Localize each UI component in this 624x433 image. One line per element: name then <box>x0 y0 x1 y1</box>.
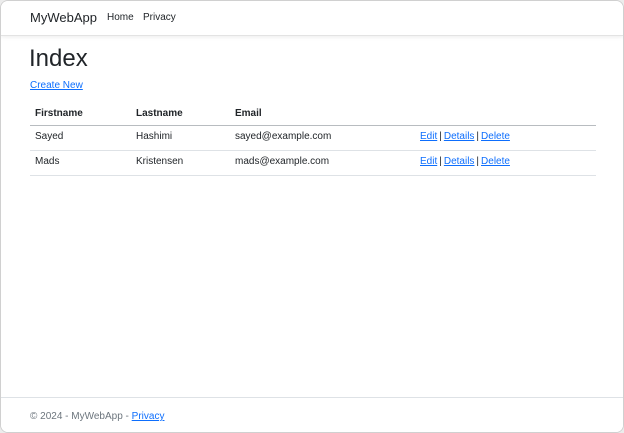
table-row: Sayed Hashimi sayed@example.com Edit | Det… <box>30 126 596 151</box>
footer-privacy-link[interactable]: Privacy <box>132 411 165 422</box>
edit-link[interactable]: Edit <box>420 156 437 167</box>
nav-home-link[interactable]: Home <box>107 12 134 24</box>
cell-email: mads@example.com <box>235 156 330 167</box>
action-separator: | <box>439 156 442 167</box>
brand-link[interactable]: MyWebApp <box>30 10 97 26</box>
header-email: Email <box>235 108 262 119</box>
cell-lastname: Hashimi <box>136 131 173 142</box>
create-new-link[interactable]: Create New <box>30 80 83 92</box>
navbar: MyWebApp Home Privacy <box>1 1 623 36</box>
delete-link[interactable]: Delete <box>481 156 510 167</box>
details-link[interactable]: Details <box>444 131 475 142</box>
row-actions: Edit | Details | Delete <box>420 131 510 143</box>
action-separator: | <box>439 131 442 142</box>
page-title: Index <box>29 45 88 72</box>
header-lastname: Lastname <box>136 108 183 119</box>
copyright-text: © 2024 - MyWebApp - <box>30 411 132 422</box>
header-firstname: Firstname <box>35 108 83 119</box>
cell-email: sayed@example.com <box>235 131 332 142</box>
cell-firstname: Mads <box>35 156 60 167</box>
footer: © 2024 - MyWebApp - Privacy <box>1 397 623 432</box>
edit-link[interactable]: Edit <box>420 131 437 142</box>
row-actions: Edit | Details | Delete <box>420 156 510 168</box>
table-header-row: Firstname Lastname Email <box>30 104 596 126</box>
cell-lastname: Kristensen <box>136 156 184 167</box>
delete-link[interactable]: Delete <box>481 131 510 142</box>
cell-firstname: Sayed <box>35 131 64 142</box>
details-link[interactable]: Details <box>444 156 475 167</box>
table-row: Mads Kristensen mads@example.com Edit | De… <box>30 151 596 176</box>
footer-text: © 2024 - MyWebApp - Privacy <box>30 411 164 423</box>
nav-privacy-link[interactable]: Privacy <box>143 12 176 24</box>
people-table: Firstname Lastname Email Sayed Hashimi s… <box>30 104 596 176</box>
browser-window: MyWebApp Home Privacy Index Create New F… <box>0 0 624 433</box>
